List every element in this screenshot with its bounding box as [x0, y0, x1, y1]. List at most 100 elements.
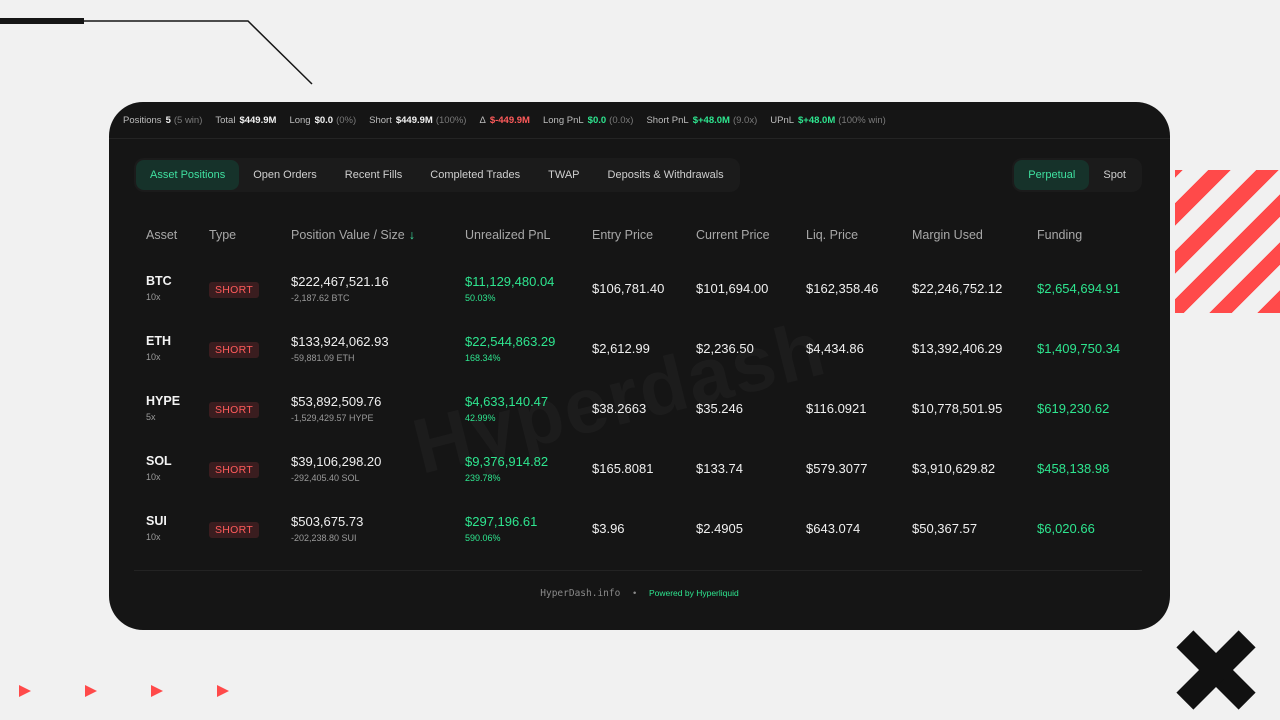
- table-row[interactable]: BTC 10x SHORT $222,467,521.16 -2,187.62 BT…: [109, 274, 1170, 334]
- triangle-icon: [151, 685, 163, 697]
- stat-long: Long $0.0 (0%): [289, 114, 357, 126]
- position-value: $133,924,062.93: [291, 334, 389, 349]
- entry-price: $2,612.99: [592, 341, 650, 356]
- sort-down-icon: ↓: [408, 228, 415, 242]
- current-price: $2.4905: [696, 521, 743, 536]
- margin-used: $10,778,501.95: [912, 401, 1003, 416]
- position-size: -2,187.62 BTC: [291, 293, 350, 303]
- entry-price: $106,781.40: [592, 281, 665, 296]
- footer-separator: •: [632, 588, 637, 599]
- stat-delta: Δ $-449.9M: [479, 114, 530, 126]
- tab-deposits-withdrawals[interactable]: Deposits & Withdrawals: [594, 160, 738, 190]
- position-value: $503,675.73: [291, 514, 364, 529]
- liq-price: $162,358.46: [806, 281, 879, 296]
- column-header-position-label: Position Value / Size: [291, 228, 405, 242]
- unrealized-pnl-pct: 168.34%: [465, 353, 501, 363]
- column-header-position[interactable]: Position Value / Size ↓: [291, 228, 415, 242]
- stat-long-pnl: Long PnL $0.0 (0.0x): [542, 114, 634, 126]
- position-size: -1,529,429.57 HYPE: [291, 413, 374, 423]
- type-badge: SHORT: [209, 522, 260, 538]
- tab-spot[interactable]: Spot: [1089, 160, 1140, 190]
- funding: $1,409,750.34: [1037, 341, 1121, 356]
- position-size: -292,405.40 SOL: [291, 473, 360, 483]
- margin-used: $50,367.57: [912, 521, 978, 536]
- powered-by-link[interactable]: Powered by Hyperliquid: [649, 588, 739, 598]
- market-type-tabs: Perpetual Spot: [1012, 158, 1142, 192]
- leverage: 10x: [146, 292, 161, 302]
- table-row[interactable]: ETH 10x SHORT $133,924,062.93 -59,881.09 E…: [109, 334, 1170, 394]
- column-header-funding[interactable]: Funding: [1037, 228, 1082, 242]
- column-header-current[interactable]: Current Price: [696, 228, 770, 242]
- entry-price: $165.8081: [592, 461, 654, 476]
- current-price: $35.246: [696, 401, 743, 416]
- footer-divider: [134, 570, 1142, 571]
- type-badge: SHORT: [209, 402, 260, 418]
- position-value: $53,892,509.76: [291, 394, 382, 409]
- unrealized-pnl: $11,129,480.04: [465, 274, 555, 289]
- type-badge: SHORT: [209, 282, 260, 298]
- stat-total: Total $449.9M: [215, 114, 277, 126]
- tab-recent-fills[interactable]: Recent Fills: [331, 160, 416, 190]
- table-row[interactable]: SUI 10x SHORT $503,675.73 -202,238.80 SUI …: [109, 514, 1170, 574]
- column-header-upnl[interactable]: Unrealized PnL: [465, 228, 550, 242]
- decorative-line: [84, 20, 313, 85]
- stat-upnl: UPnL $+48.0M (100% win): [770, 114, 886, 126]
- entry-price: $38.2663: [592, 401, 647, 416]
- table-row[interactable]: HYPE 5x SHORT $53,892,509.76 -1,529,429.57…: [109, 394, 1170, 454]
- column-header-type[interactable]: Type: [209, 228, 236, 242]
- margin-used: $13,392,406.29: [912, 341, 1003, 356]
- unrealized-pnl-pct: 50.03%: [465, 293, 496, 303]
- position-size: -59,881.09 ETH: [291, 353, 355, 363]
- unrealized-pnl: $22,544,863.29: [465, 334, 556, 349]
- view-tabs: Asset Positions Open Orders Recent Fills…: [134, 158, 740, 192]
- column-header-asset[interactable]: Asset: [146, 228, 177, 242]
- tab-asset-positions[interactable]: Asset Positions: [136, 160, 240, 190]
- triangle-icon: [85, 685, 97, 697]
- column-header-liq[interactable]: Liq. Price: [806, 228, 858, 242]
- footer-site-link[interactable]: HyperDash.info: [540, 588, 620, 599]
- liq-price: $4,434.86: [806, 341, 864, 356]
- asset-name: SOL: [146, 454, 172, 468]
- position-value: $39,106,298.20: [291, 454, 382, 469]
- funding: $6,020.66: [1037, 521, 1095, 536]
- unrealized-pnl-pct: 590.06%: [465, 533, 501, 543]
- asset-name: SUI: [146, 514, 167, 528]
- unrealized-pnl-pct: 42.99%: [465, 413, 496, 423]
- tab-twap[interactable]: TWAP: [534, 160, 593, 190]
- unrealized-pnl-pct: 239.78%: [465, 473, 501, 483]
- table-row[interactable]: SOL 10x SHORT $39,106,298.20 -292,405.40 S…: [109, 454, 1170, 514]
- position-size: -202,238.80 SUI: [291, 533, 357, 543]
- unrealized-pnl: $4,633,140.47: [465, 394, 549, 409]
- current-price: $133.74: [696, 461, 743, 476]
- leverage: 10x: [146, 472, 161, 482]
- funding: $458,138.98: [1037, 461, 1110, 476]
- liq-price: $579.3077: [806, 461, 868, 476]
- stat-short-pnl: Short PnL $+48.0M (9.0x): [646, 114, 758, 126]
- footer: HyperDash.info • Powered by Hyperliquid: [109, 588, 1170, 599]
- position-value: $222,467,521.16: [291, 274, 389, 289]
- type-badge: SHORT: [209, 342, 260, 358]
- triangle-icon: [217, 685, 229, 697]
- funding: $619,230.62: [1037, 401, 1110, 416]
- asset-name: HYPE: [146, 394, 181, 408]
- stat-short: Short $449.9M (100%): [369, 114, 467, 126]
- funding: $2,654,694.91: [1037, 281, 1121, 296]
- tab-perpetual[interactable]: Perpetual: [1014, 160, 1090, 190]
- stat-positions: Positions 5 (5 win): [123, 114, 203, 126]
- liq-price: $116.0921: [806, 401, 867, 416]
- asset-name: BTC: [146, 274, 172, 288]
- column-header-margin[interactable]: Margin Used: [912, 228, 983, 242]
- unrealized-pnl: $297,196.61: [465, 514, 538, 529]
- column-header-entry[interactable]: Entry Price: [592, 228, 653, 242]
- margin-used: $3,910,629.82: [912, 461, 996, 476]
- decorative-stripes: [1175, 170, 1280, 313]
- margin-used: $22,246,752.12: [912, 281, 1003, 296]
- liq-price: $643.074: [806, 521, 861, 536]
- type-badge: SHORT: [209, 462, 260, 478]
- stats-bar: Positions 5 (5 win) Total $449.9M Long $0.0(…: [109, 102, 1170, 139]
- leverage: 5x: [146, 412, 156, 422]
- asset-name: ETH: [146, 334, 171, 348]
- tab-open-orders[interactable]: Open Orders: [239, 160, 331, 190]
- tab-completed-trades[interactable]: Completed Trades: [416, 160, 534, 190]
- entry-price: $3.96: [592, 521, 625, 536]
